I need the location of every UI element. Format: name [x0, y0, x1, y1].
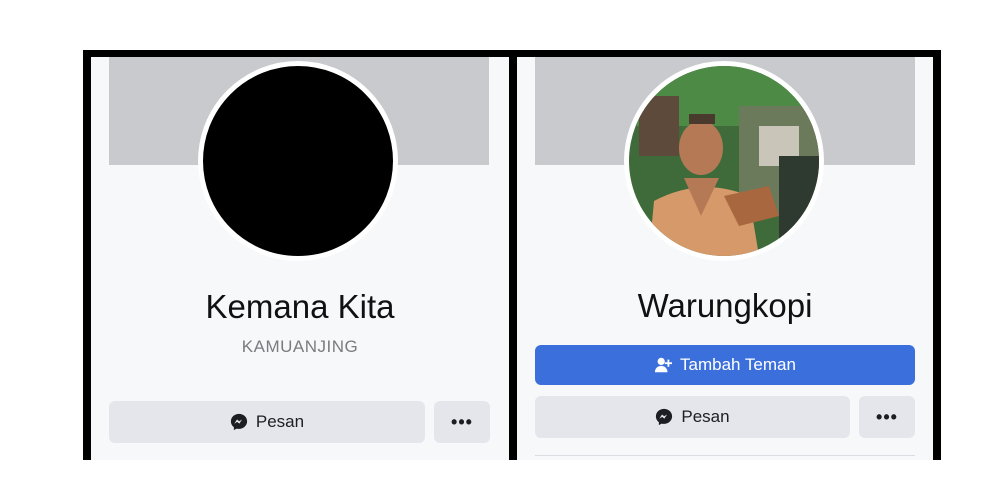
- message-button[interactable]: Pesan: [535, 396, 850, 438]
- add-friend-button[interactable]: Tambah Teman: [535, 345, 915, 385]
- divider: [535, 455, 915, 456]
- message-button[interactable]: Pesan: [109, 401, 425, 443]
- more-dots-icon: •••: [876, 407, 898, 427]
- profile-card-left: Kemana Kita KAMUANJING Pesan •••: [91, 57, 509, 460]
- profile-name: Kemana Kita: [205, 288, 395, 325]
- profile-photo: [629, 66, 819, 256]
- bottom-crop: [83, 460, 941, 500]
- message-button-label: Pesan: [681, 407, 730, 426]
- profile-alternate-name: KAMUANJING: [241, 337, 359, 356]
- profile-avatar[interactable]: [198, 61, 398, 261]
- add-friend-icon: [654, 356, 673, 374]
- more-options-button[interactable]: •••: [859, 396, 915, 438]
- messenger-icon: [655, 408, 673, 426]
- profile-avatar[interactable]: [624, 61, 824, 261]
- message-button-label: Pesan: [255, 412, 305, 431]
- profile-card-right: Warungkopi Tambah Teman Pesan •••: [517, 57, 933, 460]
- add-friend-button-label: Tambah Teman: [680, 355, 796, 374]
- more-dots-icon: •••: [451, 412, 473, 432]
- profile-name: Warungkopi: [637, 287, 813, 324]
- more-options-button[interactable]: •••: [434, 401, 490, 443]
- messenger-icon: [230, 413, 248, 431]
